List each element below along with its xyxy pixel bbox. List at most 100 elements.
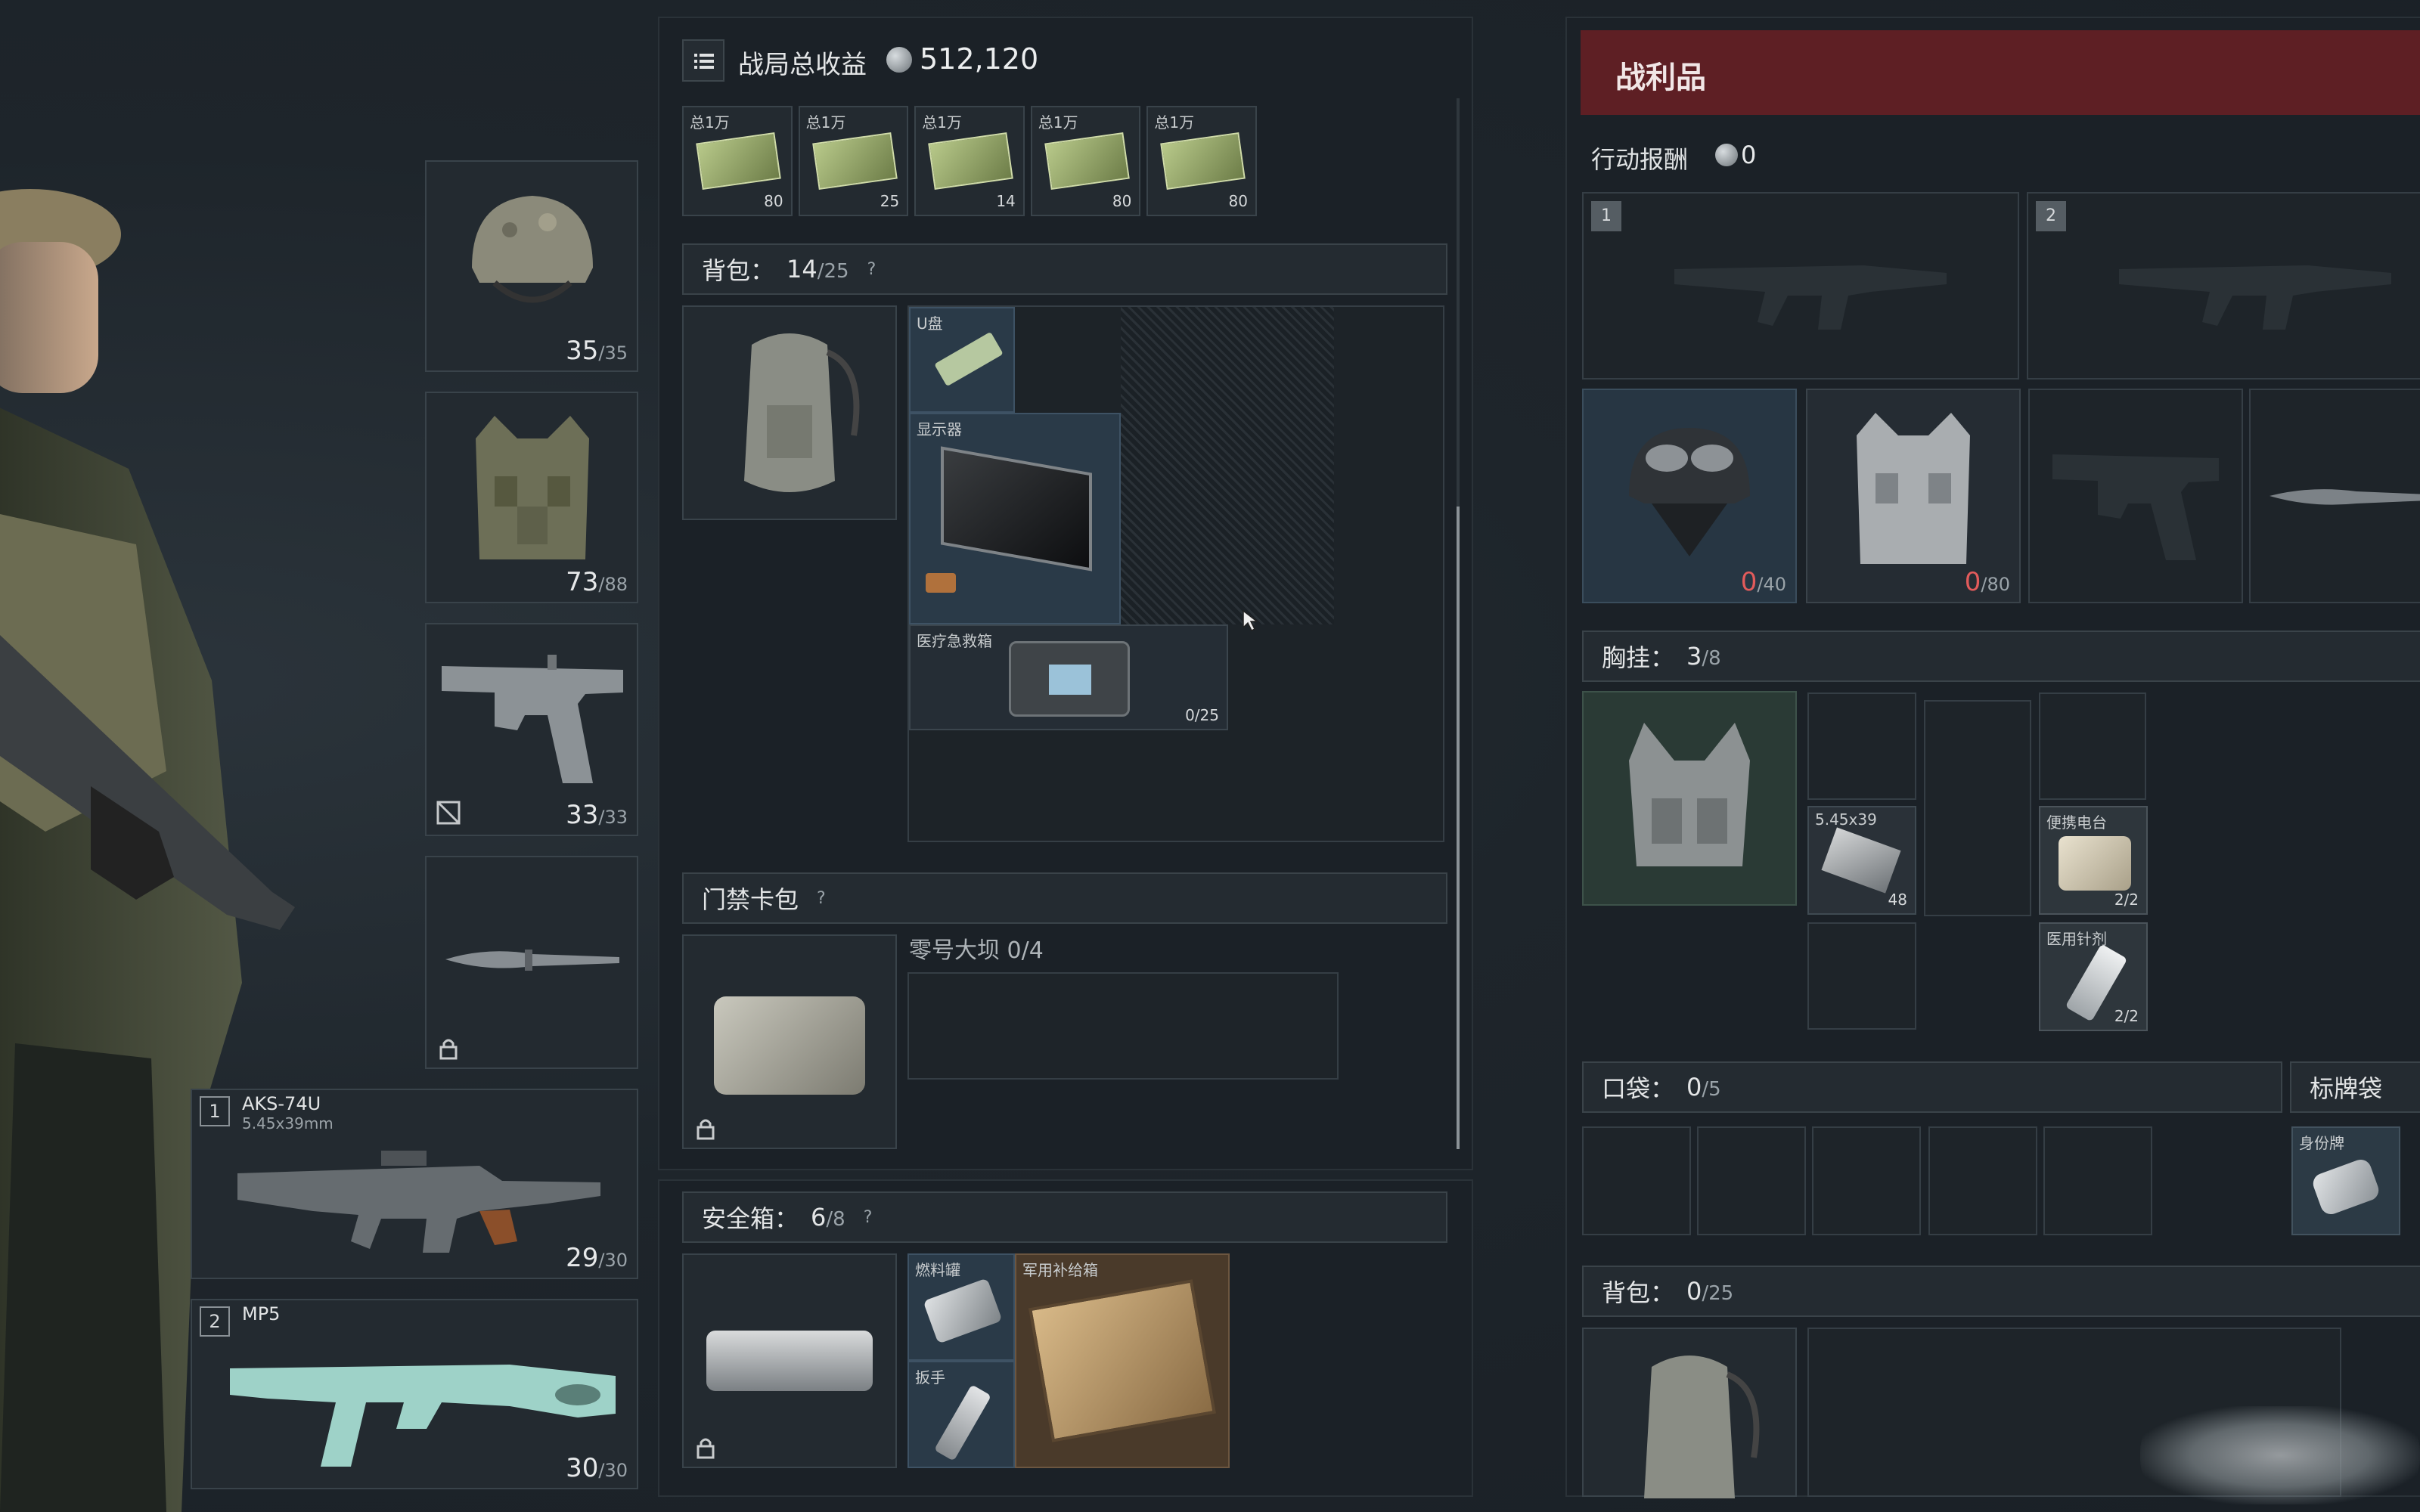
money-card-count: 80 bbox=[1228, 192, 1248, 210]
pocket-slot[interactable] bbox=[2043, 1126, 2152, 1235]
loot-backpack-equipment-slot[interactable] bbox=[1582, 1328, 1797, 1498]
pistol-slot[interactable]: 33/33 bbox=[425, 623, 638, 836]
pockets-label: 口袋： bbox=[1602, 1074, 1675, 1103]
menu-button[interactable] bbox=[682, 39, 724, 82]
backpack-count: 14 bbox=[786, 255, 818, 284]
pistol-ammo: 33/33 bbox=[566, 800, 628, 830]
pockets-capacity: /5 bbox=[1702, 1078, 1721, 1101]
helmet-icon bbox=[1629, 428, 1750, 556]
keycard-header: 门禁卡包 ? bbox=[682, 872, 1447, 924]
chest-rig-count: 3 bbox=[1686, 642, 1702, 671]
backpack-label: 背包： bbox=[702, 256, 775, 285]
money-card[interactable]: 总1万 80 bbox=[682, 106, 793, 216]
medkit-screen bbox=[1049, 665, 1091, 695]
knife-icon bbox=[445, 950, 619, 971]
keycard-holder-slot[interactable] bbox=[682, 934, 897, 1149]
chest-rig-label: 胸挂： bbox=[1602, 643, 1675, 672]
pocket-slot[interactable] bbox=[1697, 1126, 1806, 1235]
safebox-item-wrench[interactable]: 扳手 bbox=[908, 1361, 1015, 1468]
chest-rig-cell[interactable] bbox=[1807, 922, 1916, 1030]
blocked-grid-area bbox=[1121, 307, 1334, 624]
secondary-weapon-slot[interactable]: 2 MP5 30/30 bbox=[191, 1299, 638, 1489]
coin-icon bbox=[886, 47, 912, 73]
armor-slot[interactable]: 73/88 bbox=[425, 392, 638, 603]
cash-bundle-icon bbox=[696, 132, 781, 191]
medkit-icon bbox=[1009, 641, 1130, 717]
monitor-icon bbox=[941, 446, 1092, 572]
rifle-silhouette-icon bbox=[2119, 265, 2391, 330]
item-tag: 军用补给箱 bbox=[1022, 1261, 1098, 1279]
supply-crate-icon bbox=[1028, 1279, 1216, 1442]
money-card[interactable]: 总1万 25 bbox=[798, 106, 909, 216]
backpack-grid: U盘 显示器 医疗急救箱 0/25 bbox=[908, 305, 1444, 842]
loot-armor-slot[interactable]: 0/80 bbox=[1806, 389, 2021, 603]
loot-weapon-slot-2[interactable]: 2 bbox=[2027, 192, 2420, 380]
pocket-slot[interactable] bbox=[1928, 1126, 2037, 1235]
weapon-name: AKS-74U bbox=[242, 1093, 321, 1114]
armor-durability: 73/88 bbox=[566, 567, 628, 597]
chest-rig-equipment-slot[interactable] bbox=[1582, 691, 1797, 906]
loot-helmet-slot[interactable]: 0/40 bbox=[1582, 389, 1797, 603]
chest-rig-item-injector[interactable]: 医用针剂 2/2 bbox=[2039, 922, 2148, 1031]
help-icon[interactable]: ? bbox=[817, 889, 826, 908]
help-icon[interactable]: ? bbox=[867, 260, 876, 279]
chest-rig-cell[interactable] bbox=[2039, 692, 2146, 800]
backpack-equipment-slot[interactable] bbox=[682, 305, 897, 520]
safebox-item-fuel[interactable]: 燃料罐 bbox=[908, 1253, 1015, 1361]
item-count: 0/25 bbox=[1185, 706, 1219, 724]
safebox-item-supply-crate[interactable]: 军用补给箱 bbox=[1015, 1253, 1230, 1468]
helmet-slot[interactable]: 35/35 bbox=[425, 160, 638, 372]
slot-index: 1 bbox=[1591, 201, 1621, 231]
lock-icon bbox=[697, 1438, 715, 1459]
ammo-box-icon bbox=[1821, 827, 1901, 894]
weapon-slot-index: 1 bbox=[200, 1096, 230, 1126]
scrollbar-track[interactable] bbox=[1457, 98, 1460, 1149]
money-card-count: 25 bbox=[880, 192, 900, 210]
weapon1-ammo: 29/30 bbox=[566, 1243, 628, 1273]
chest-rig-item-ammo[interactable]: 5.45x39 48 bbox=[1807, 806, 1916, 915]
chest-rig-cell[interactable] bbox=[1807, 692, 1916, 800]
money-card[interactable]: 总1万 80 bbox=[1030, 106, 1141, 216]
item-tag: 医用针剂 bbox=[2046, 930, 2107, 948]
chest-rig-header: 胸挂： 3/8 bbox=[1582, 631, 2420, 682]
backpack-capacity: /25 bbox=[817, 260, 849, 283]
backpack-item-display[interactable]: 显示器 bbox=[909, 413, 1121, 624]
melee-slot[interactable] bbox=[425, 856, 638, 1069]
primary-weapon-slot[interactable]: 1 AKS-74U 5.45x39mm 29/30 bbox=[191, 1089, 638, 1279]
money-card[interactable]: 总1万 14 bbox=[914, 106, 1025, 216]
money-card-tag: 总1万 bbox=[805, 113, 846, 132]
backpack-icon bbox=[744, 333, 860, 492]
chest-rig-cell[interactable] bbox=[1924, 700, 2031, 916]
tag-bag-item[interactable]: 身份牌 bbox=[2291, 1126, 2400, 1235]
loot-armor-durability: 0/80 bbox=[1964, 567, 2010, 597]
loot-helmet-durability: 0/40 bbox=[1740, 567, 1786, 597]
tag-bag-header: 标牌袋 bbox=[2290, 1061, 2420, 1113]
help-icon[interactable]: ? bbox=[864, 1208, 873, 1227]
keycard-map-progress: 零号大坝 0/4 bbox=[909, 937, 1044, 964]
item-tag: 扳手 bbox=[915, 1368, 945, 1387]
loot-weapon-slot-1[interactable]: 1 bbox=[1582, 192, 2019, 380]
backpack-item-medkit[interactable]: 医疗急救箱 0/25 bbox=[909, 624, 1228, 730]
backpack-item-usb[interactable]: U盘 bbox=[909, 307, 1015, 413]
scrollbar-thumb[interactable] bbox=[1457, 507, 1460, 1149]
loot-melee-slot[interactable] bbox=[2249, 389, 2420, 603]
backpack-icon bbox=[1644, 1356, 1760, 1498]
pocket-slot[interactable] bbox=[1812, 1126, 1921, 1235]
safebox-icon bbox=[706, 1331, 873, 1391]
list-icon bbox=[694, 54, 714, 69]
cash-bundle-icon bbox=[1044, 132, 1130, 191]
money-card[interactable]: 总1万 80 bbox=[1146, 106, 1257, 216]
pocket-slot[interactable] bbox=[1582, 1126, 1691, 1235]
helmet-icon bbox=[472, 196, 593, 303]
dog-tag-icon bbox=[2310, 1157, 2382, 1217]
item-count: 2/2 bbox=[2114, 891, 2139, 909]
rifle-silhouette-icon bbox=[1674, 265, 1947, 330]
safebox-equipment-slot[interactable] bbox=[682, 1253, 897, 1468]
loot-pistol-slot[interactable] bbox=[2028, 389, 2243, 603]
chest-rig-item-radio[interactable]: 便携电台 2/2 bbox=[2039, 806, 2148, 915]
safebox-label: 安全箱： bbox=[702, 1204, 799, 1233]
safebox-header: 安全箱： 6/8 ? bbox=[682, 1191, 1447, 1243]
keycard-empty-slot[interactable] bbox=[908, 972, 1339, 1080]
item-count: 2/2 bbox=[2114, 1007, 2139, 1025]
item-tag: 便携电台 bbox=[2046, 813, 2107, 832]
